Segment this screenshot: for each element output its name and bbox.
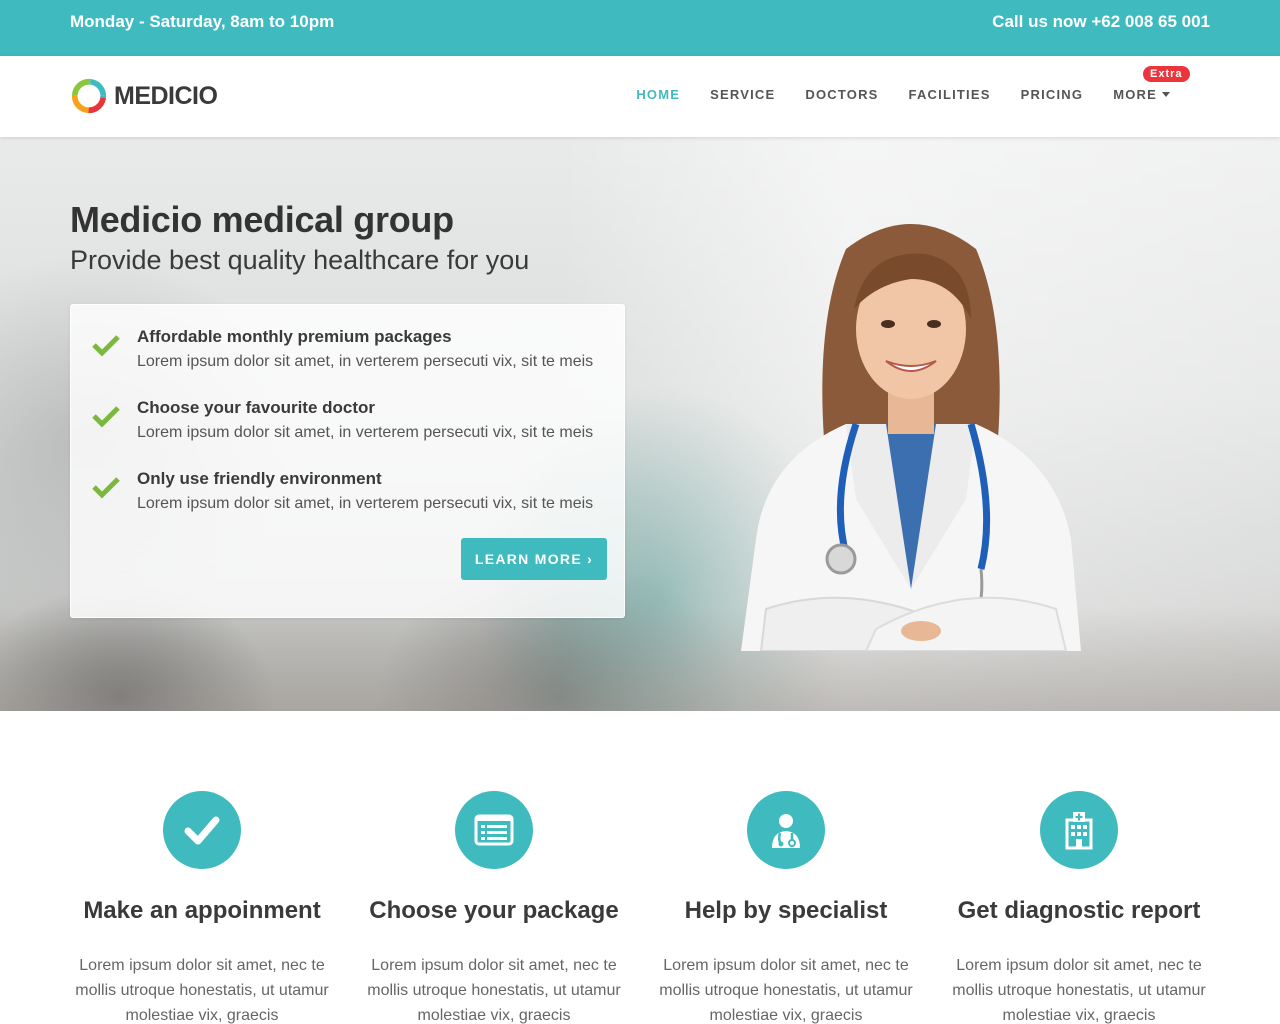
opening-hours: Monday - Saturday, 8am to 10pm	[70, 12, 335, 31]
main-nav: HOME SERVICE DOCTORS FACILITIES PRICING …	[606, 87, 1170, 102]
doctor-photo	[741, 224, 1081, 651]
hero-background-floor	[0, 607, 1280, 711]
service-card: Help by specialist Lorem ipsum dolor sit…	[646, 791, 926, 1024]
nav-more-label: MORE	[1113, 87, 1157, 102]
service-desc: Lorem ipsum dolor sit amet, nec te molli…	[952, 957, 1206, 1024]
service-icon-circle	[163, 791, 241, 869]
service-title: Help by specialist	[684, 897, 888, 924]
nav-more[interactable]: MORE	[1113, 87, 1170, 102]
nav-home[interactable]: HOME	[636, 87, 680, 102]
hero-feature-desc: Lorem ipsum dolor sit amet, in verterem …	[137, 353, 594, 370]
hero-feature-title: Affordable monthly premium packages	[137, 327, 452, 346]
logo[interactable]: MEDICIO	[70, 76, 218, 116]
hero-feature-title: Only use friendly environment	[137, 469, 382, 488]
service-card: Choose your package Lorem ipsum dolor si…	[354, 791, 634, 1024]
brand-name: MEDICIO	[114, 81, 218, 110]
nav-pricing[interactable]: PRICING	[1021, 87, 1084, 102]
service-title: Choose your package	[369, 897, 619, 924]
service-desc: Lorem ipsum dolor sit amet, nec te molli…	[75, 957, 329, 1024]
check-icon	[92, 406, 120, 428]
check-icon	[92, 335, 120, 357]
phone-number[interactable]: Call us now +62 008 65 001	[992, 12, 1210, 32]
logo-ring-icon	[71, 78, 107, 114]
hero-subtitle: Provide best quality healthcare for you	[70, 245, 530, 275]
service-card: Make an appoinment Lorem ipsum dolor sit…	[62, 791, 342, 1024]
hero-feature-desc: Lorem ipsum dolor sit amet, in verterem …	[137, 424, 594, 441]
navbar: MEDICIO HOME SERVICE DOCTORS FACILITIES …	[0, 56, 1280, 137]
hospital-icon	[1065, 812, 1093, 850]
services-section: Make an appoinment Lorem ipsum dolor sit…	[0, 711, 1280, 1024]
nav-service[interactable]: SERVICE	[710, 87, 775, 102]
service-icon-circle	[1040, 791, 1118, 869]
caret-down-icon	[1162, 92, 1170, 97]
doctor-icon	[772, 814, 800, 848]
extra-badge: Extra	[1143, 66, 1190, 82]
nav-facilities[interactable]: FACILITIES	[909, 87, 991, 102]
hero-section: Medicio medical group Provide best quali…	[0, 137, 1280, 711]
nav-doctors[interactable]: DOCTORS	[805, 87, 878, 102]
hero-title: Medicio medical group	[70, 199, 454, 240]
service-desc: Lorem ipsum dolor sit amet, nec te molli…	[659, 957, 913, 1024]
service-icon-circle	[747, 791, 825, 869]
service-title: Get diagnostic report	[957, 897, 1201, 924]
service-icon-circle	[455, 791, 533, 869]
top-bar: Monday - Saturday, 8am to 10pm Call us n…	[0, 0, 1280, 56]
service-card: Get diagnostic report Lorem ipsum dolor …	[939, 791, 1219, 1024]
hero-feature-title: Choose your favourite doctor	[137, 398, 376, 417]
check-icon	[92, 477, 120, 499]
hero-features-box: Affordable monthly premium packages Lore…	[70, 304, 625, 618]
list-card-icon	[474, 814, 514, 846]
check-circle-icon	[184, 816, 220, 845]
hero-feature-desc: Lorem ipsum dolor sit amet, in verterem …	[137, 495, 594, 512]
service-title: Make an appoinment	[83, 897, 321, 924]
service-desc: Lorem ipsum dolor sit amet, nec te molli…	[367, 957, 621, 1024]
learn-more-button[interactable]: LEARN MORE ›	[461, 538, 607, 580]
